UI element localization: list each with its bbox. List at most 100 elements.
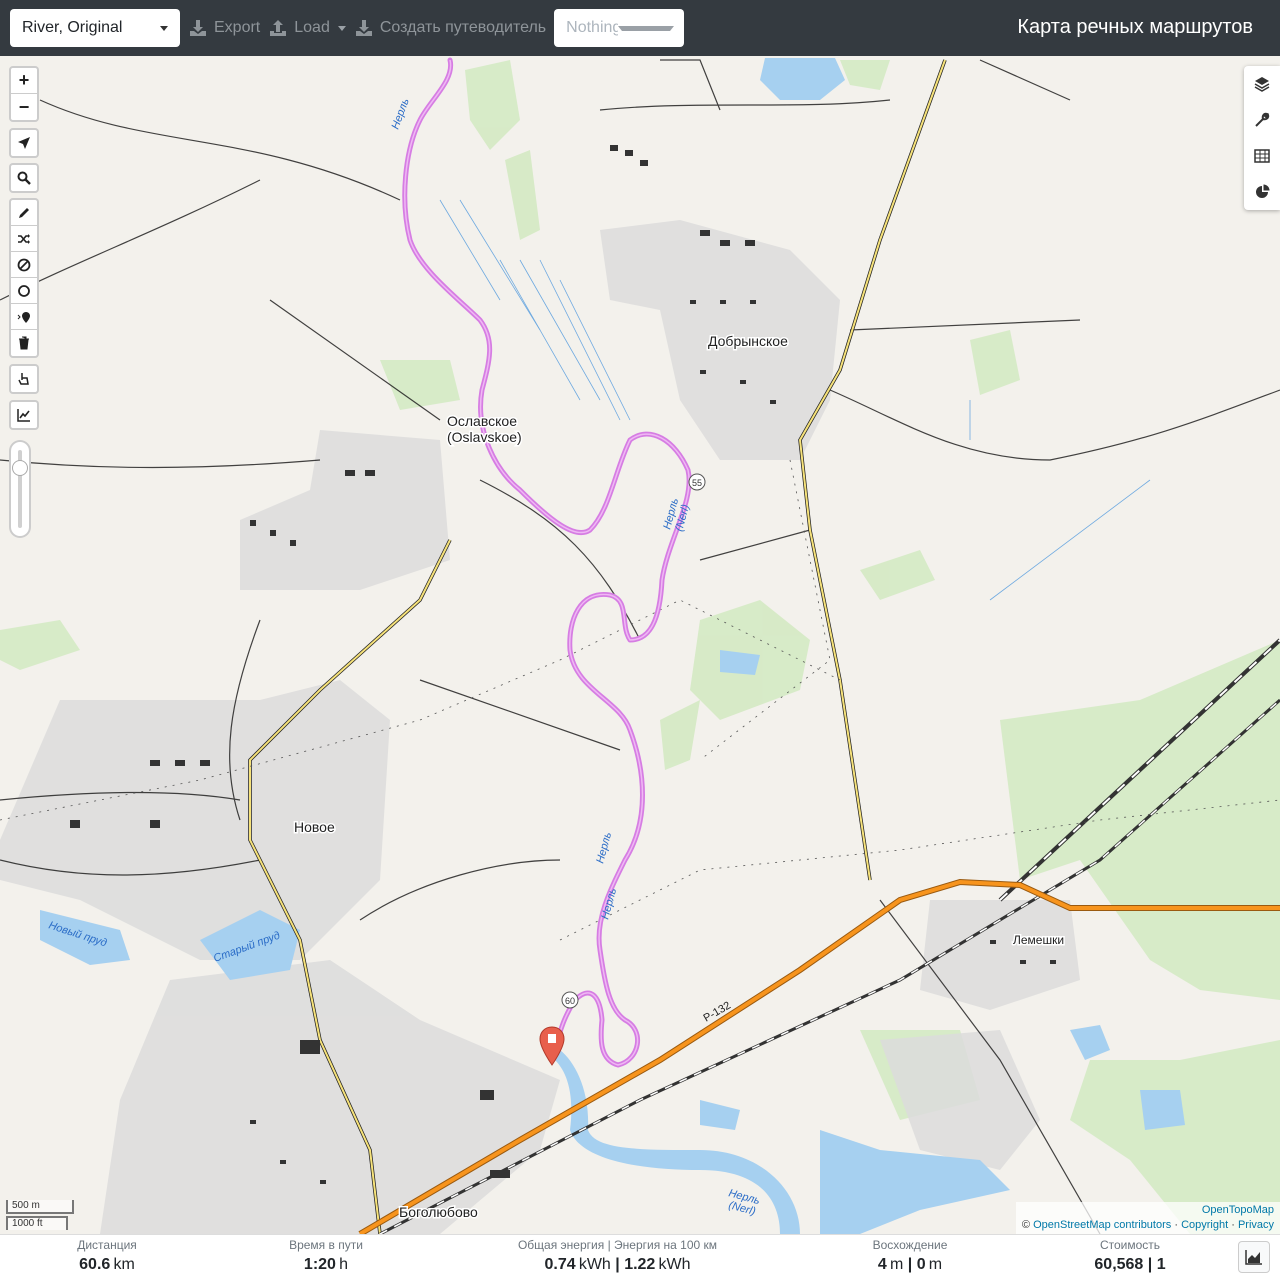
stat-distance: Дистанция 60.6 km <box>62 1237 152 1277</box>
circle-icon <box>18 284 30 297</box>
privacy-link[interactable]: Privacy <box>1238 1219 1274 1231</box>
river-label-nerl-3: Нерль <box>594 831 614 865</box>
nogo-area-button[interactable] <box>11 252 37 278</box>
export-label: Export <box>214 19 261 36</box>
settlement-areas <box>0 220 1080 1234</box>
place-label-lemeshki: Лемешки <box>1013 933 1064 947</box>
stat-energy-per100-value: 1.22 <box>624 1256 656 1273</box>
route-select-value: Nothing selected <box>566 19 619 36</box>
search-control <box>9 163 39 193</box>
elevation-profile-button[interactable] <box>1238 1241 1270 1273</box>
stat-ascent-label: Восхождение <box>872 1238 948 1252</box>
download-icon <box>355 20 372 36</box>
map-scale: 500 m 1000 ft <box>6 1198 74 1230</box>
opacity-slider[interactable] <box>9 440 31 538</box>
analysis-button[interactable] <box>1244 174 1280 210</box>
locate-button[interactable] <box>11 130 37 156</box>
line-chart-icon <box>17 409 30 422</box>
stat-time-label: Время в пути <box>289 1238 363 1252</box>
stat-ascent: Восхождение 4 m | 0 m <box>860 1237 960 1277</box>
circle-area-button[interactable] <box>11 278 37 304</box>
route-start-marker[interactable] <box>539 1026 565 1066</box>
app-title: Карта речных маршрутов <box>1017 16 1253 38</box>
delete-route-button[interactable] <box>11 330 37 356</box>
top-bar: River, Original Export Load Создать путе… <box>0 0 1280 56</box>
route-stats-bar: Дистанция 60.6 km Время в пути 1:20 h Об… <box>0 1234 1280 1280</box>
shuffle-icon <box>18 233 30 244</box>
pencil-icon <box>19 207 29 218</box>
chevron-down-icon <box>160 25 168 31</box>
locate-control <box>9 128 39 158</box>
load-button[interactable]: Load <box>268 9 346 47</box>
stat-time-unit: h <box>339 1256 349 1273</box>
place-label-oslavskoe: Ославское <box>447 413 517 429</box>
topo-map: 55 60 Добрынское Ославское (Oslavskoe) Н… <box>0 57 1280 1234</box>
stat-ascent-plain-unit: m <box>928 1256 943 1273</box>
stat-cost-label: Стоимость <box>1099 1238 1161 1252</box>
svg-text:60: 60 <box>565 996 575 1006</box>
search-button[interactable] <box>11 165 37 191</box>
hand-pointer-icon <box>18 373 29 385</box>
svg-text:55: 55 <box>692 478 702 488</box>
map-attribution: OpenTopoMap © OpenStreetMap contributors… <box>1015 1202 1280 1234</box>
profile-select[interactable]: River, Original <box>10 9 180 47</box>
place-label-bogolyubovo: Боголюбово <box>399 1204 478 1220</box>
zoom-control: + − <box>9 66 39 122</box>
stat-time: Время в пути 1:20 h <box>276 1237 376 1277</box>
download-icon <box>190 20 206 36</box>
location-arrow-icon <box>18 137 30 149</box>
stat-energy-total-unit: kWh <box>578 1256 611 1273</box>
create-guide-button[interactable]: Создать путеводитель <box>354 9 546 47</box>
elevation-chart-button[interactable] <box>11 402 37 428</box>
layers-icon <box>1254 77 1270 92</box>
attribution-separator: · <box>1174 1219 1178 1231</box>
place-label-novoe: Новое <box>294 819 335 835</box>
layers-button[interactable] <box>1244 66 1280 102</box>
route-select[interactable]: Nothing selected <box>554 9 685 47</box>
stat-energy-label: Общая энергия | Энергия на 100 км <box>517 1238 718 1252</box>
road-badge-60: 60 <box>561 991 579 1009</box>
stravanet-control <box>9 364 39 394</box>
road-badge-55: 55 <box>688 473 706 491</box>
map-marker-sound-icon <box>17 311 30 323</box>
stat-cost-value: 60,568 <box>1094 1256 1144 1273</box>
stat-energy: Общая энергия | Энергия на 100 км 0.74 k… <box>505 1237 730 1277</box>
opentopomap-link[interactable]: OpenTopoMap <box>1202 1204 1274 1216</box>
upload-icon <box>270 20 287 36</box>
wrench-icon <box>1255 112 1270 127</box>
zoom-in-button[interactable]: + <box>11 68 37 94</box>
map-canvas[interactable]: 55 60 Добрынское Ославское (Oslavskoe) Н… <box>0 56 1280 1234</box>
stat-distance-label: Дистанция <box>77 1238 137 1252</box>
copyright-link[interactable]: Copyright <box>1181 1219 1228 1231</box>
river-klyazma <box>555 1050 800 1234</box>
profile-select-value: River, Original <box>22 19 123 36</box>
river-label-nerl-1: Нерль <box>390 97 412 131</box>
place-label-oslavskoe-latin: (Oslavskoe) <box>447 429 522 445</box>
draw-route-button[interactable] <box>11 200 37 226</box>
hand-pointer-button[interactable] <box>11 366 37 392</box>
zoom-out-button[interactable]: − <box>11 94 37 120</box>
stat-energy-total-value: 0.74 <box>544 1256 576 1273</box>
stat-distance-unit: km <box>113 1256 135 1273</box>
table-icon <box>1254 149 1270 163</box>
attribution-separator: · <box>1231 1219 1235 1231</box>
right-control-panel <box>1244 66 1280 210</box>
reverse-route-button[interactable] <box>11 226 37 252</box>
scale-imperial: 1000 ft <box>6 1216 68 1230</box>
stat-ascent-plain-value: 0 <box>916 1256 926 1273</box>
opacity-slider-thumb[interactable] <box>12 460 28 476</box>
table-button[interactable] <box>1244 138 1280 174</box>
stat-ascent-unit: m <box>889 1256 904 1273</box>
pie-chart-icon <box>1256 184 1270 198</box>
osm-contributors-link[interactable]: OpenStreetMap contributors <box>1033 1219 1171 1231</box>
route-line-center <box>404 59 690 1066</box>
stat-distance-value: 60.6 <box>79 1256 111 1273</box>
chevron-down-icon <box>337 25 346 31</box>
poi-button[interactable] <box>11 304 37 330</box>
route-line[interactable] <box>402 57 692 1068</box>
load-label: Load <box>294 19 330 36</box>
elevation-control <box>9 400 39 430</box>
export-button[interactable]: Export <box>188 9 260 47</box>
chevron-down-icon <box>618 25 675 31</box>
settings-button[interactable] <box>1244 102 1280 138</box>
